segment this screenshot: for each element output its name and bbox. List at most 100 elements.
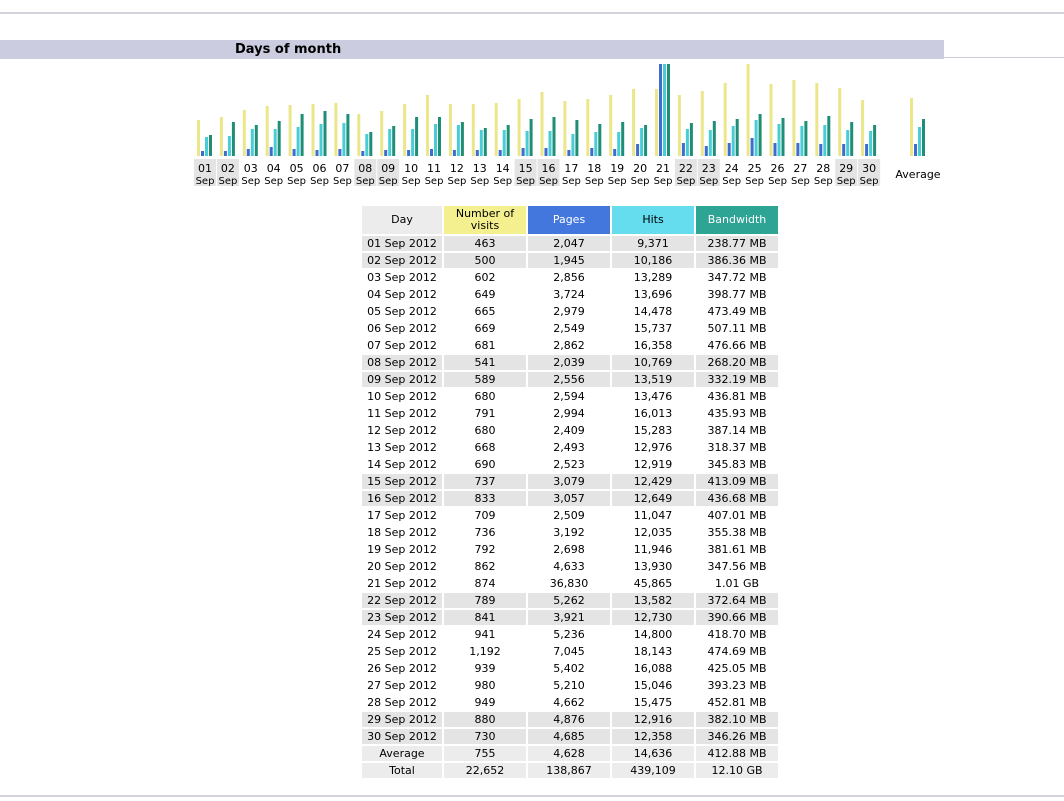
cell-bandwidth: 318.37 MB [696, 440, 778, 455]
table-row: 04 Sep 2012 649 3,724 13,696 398.77 MB [362, 287, 778, 302]
cell-bandwidth: 418.70 MB [696, 627, 778, 642]
chart-bar [800, 126, 804, 156]
chart-bar [323, 111, 327, 156]
cell-bandwidth: 332.19 MB [696, 372, 778, 387]
cell-hits: 14,800 [612, 627, 694, 642]
table-row: 23 Sep 2012 841 3,921 12,730 390.66 MB [362, 610, 778, 625]
cell-hits: 15,283 [612, 423, 694, 438]
chart-bar [456, 125, 460, 156]
cell-bandwidth: 435.93 MB [696, 406, 778, 421]
days-of-month-chart: 01Sep02Sep03Sep04Sep05Sep06Sep07Sep08Sep… [194, 64, 941, 187]
section-header-rule [944, 57, 1064, 58]
x-tick-month: Sep [402, 176, 421, 187]
cell-hits: 14,478 [612, 304, 694, 319]
chart-bar [712, 121, 716, 156]
cell-hits: 12,649 [612, 491, 694, 506]
cell-pages: 2,979 [528, 304, 610, 319]
chart-bar [575, 120, 579, 156]
x-tick-month: Sep [470, 176, 489, 187]
chart-bar [346, 114, 350, 156]
chart-bar-average [918, 127, 921, 156]
table-row: 05 Sep 2012 665 2,979 14,478 473.49 MB [362, 304, 778, 319]
cell-bandwidth: 476.66 MB [696, 338, 778, 353]
header-pages: Pages [528, 206, 610, 234]
x-tick-label: 08 [358, 162, 372, 175]
table-row: 03 Sep 2012 602 2,856 13,289 347.72 MB [362, 270, 778, 285]
chart-bar [842, 144, 846, 156]
x-tick-label: 16 [542, 162, 556, 175]
cell-pages: 138,867 [528, 763, 610, 778]
cell-pages: 2,862 [528, 338, 610, 353]
table-row: 01 Sep 2012 463 2,047 9,371 238.77 MB [362, 236, 778, 251]
x-tick-month: Sep [722, 176, 741, 187]
chart-bar [311, 104, 315, 156]
cell-bandwidth: 398.77 MB [696, 287, 778, 302]
cell-bandwidth: 452.81 MB [696, 695, 778, 710]
x-tick-label: 18 [587, 162, 601, 175]
chart-bar [296, 127, 300, 156]
cell-day: 08 Sep 2012 [362, 355, 442, 370]
x-tick-label: 05 [290, 162, 304, 175]
cell-pages: 2,856 [528, 270, 610, 285]
chart-bar [342, 123, 346, 156]
x-tick-month: Sep [516, 176, 535, 187]
x-tick-month: Sep [310, 176, 329, 187]
cell-day: 11 Sep 2012 [362, 406, 442, 421]
table-row: 07 Sep 2012 681 2,862 16,358 476.66 MB [362, 338, 778, 353]
chart-bar [357, 114, 361, 156]
cell-day: 02 Sep 2012 [362, 253, 442, 268]
chart-bar [567, 150, 571, 156]
chart-bar [209, 135, 212, 156]
chart-bar [563, 101, 567, 156]
table-row: 26 Sep 2012 939 5,402 16,088 425.05 MB [362, 661, 778, 676]
cell-bandwidth: 413.09 MB [696, 474, 778, 489]
x-tick-month: Sep [218, 176, 237, 187]
chart-bar [727, 143, 731, 156]
cell-hits: 13,289 [612, 270, 694, 285]
cell-bandwidth: 390.66 MB [696, 610, 778, 625]
chart-bar [552, 117, 556, 156]
cell-visits: 668 [444, 440, 526, 455]
x-tick-label: 13 [473, 162, 487, 175]
chart-bar [827, 116, 831, 156]
chart-bar [506, 125, 510, 156]
chart-bar [292, 149, 296, 156]
x-tick-label: 09 [381, 162, 395, 175]
cell-pages: 4,633 [528, 559, 610, 574]
chart-bar [430, 149, 433, 156]
cell-visits: 833 [444, 491, 526, 506]
cell-visits: 669 [444, 321, 526, 336]
cell-pages: 5,262 [528, 593, 610, 608]
cell-pages: 3,921 [528, 610, 610, 625]
cell-day: 19 Sep 2012 [362, 542, 442, 557]
x-tick-label: 06 [313, 162, 327, 175]
x-tick-label: 12 [450, 162, 464, 175]
chart-bar [525, 131, 529, 156]
chart-bar [777, 124, 781, 156]
section-header-bar [0, 40, 944, 59]
chart-bar [723, 83, 727, 156]
cell-visits: 680 [444, 389, 526, 404]
cell-pages: 2,509 [528, 508, 610, 523]
section-title: Days of month [235, 42, 342, 57]
cell-hits: 12,358 [612, 729, 694, 744]
x-tick-label: 26 [771, 162, 785, 175]
cell-bandwidth: 407.01 MB [696, 508, 778, 523]
cell-day: Total [362, 763, 442, 778]
cell-day: 15 Sep 2012 [362, 474, 442, 489]
cell-hits: 15,475 [612, 695, 694, 710]
cell-day: 04 Sep 2012 [362, 287, 442, 302]
cell-hits: 15,046 [612, 678, 694, 693]
chart-bar [201, 151, 204, 156]
chart-bar [621, 122, 625, 156]
x-tick-label: 29 [839, 162, 853, 175]
chart-bar [384, 150, 388, 156]
cell-pages: 36,830 [528, 576, 610, 591]
cell-bandwidth: 347.72 MB [696, 270, 778, 285]
chart-bar [407, 150, 411, 156]
table-row: 09 Sep 2012 589 2,556 13,519 332.19 MB [362, 372, 778, 387]
chart-bar [586, 99, 590, 156]
x-tick-label: 11 [427, 162, 441, 175]
x-tick-label: 10 [404, 162, 418, 175]
x-tick-month: Sep [654, 176, 673, 187]
